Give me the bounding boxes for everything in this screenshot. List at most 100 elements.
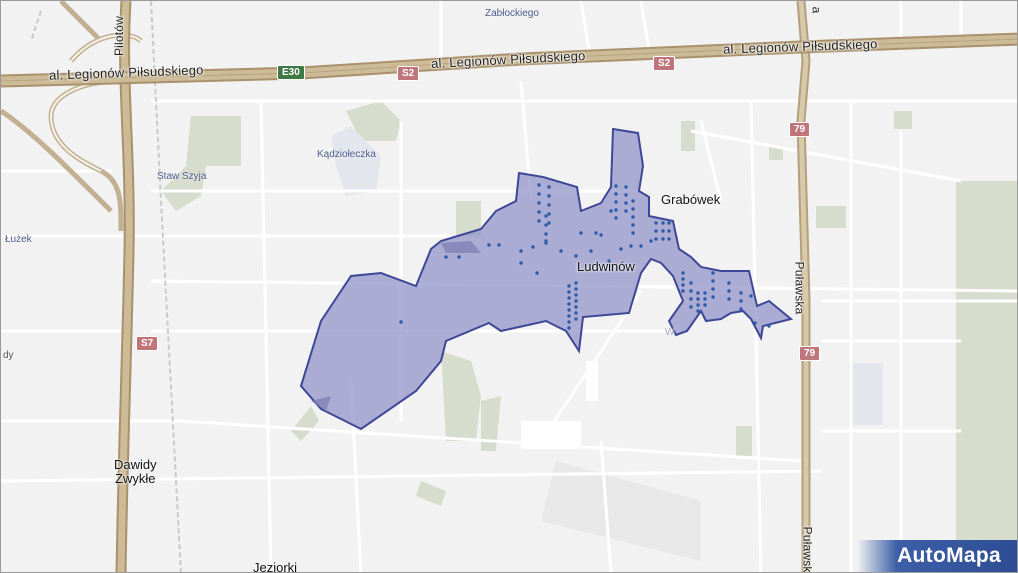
address-point [614,208,618,212]
address-point [589,249,593,253]
address-point [624,201,628,205]
road-label-top-right-edge: a [809,6,824,14]
address-point [631,207,635,211]
address-point [567,308,571,312]
address-point [614,184,618,188]
address-point [574,287,578,291]
map-canvas [1,1,1017,572]
address-point [619,247,623,251]
place-label-zablockiego: Zabłockiego [485,8,539,19]
address-point [753,321,757,325]
address-point [727,289,731,293]
address-point [624,185,628,189]
address-point [544,223,548,227]
address-point [631,199,635,203]
address-point [567,320,571,324]
address-point [649,239,653,243]
address-point [703,291,707,295]
address-point [654,221,658,225]
address-point [689,305,693,309]
address-point [711,279,715,283]
address-point [531,245,535,249]
address-point [535,271,539,275]
address-point [661,229,665,233]
road-label-pulawska-top: Puławska [792,261,807,315]
address-point [537,219,541,223]
address-point [681,289,685,293]
address-point [547,221,551,225]
address-point [739,299,743,303]
address-point [537,210,541,214]
address-point [559,249,563,253]
road-label-pilotow: Pilotów [112,15,127,57]
address-point [631,215,635,219]
place-label-kadziołeczka: Kądziołeczka [317,149,376,160]
place-label-dawidy[interactable]: Dawidy Zwykłe [114,458,157,486]
address-point [696,291,700,295]
address-point [614,200,618,204]
address-point [574,311,578,315]
address-point [487,243,491,247]
automapa-logo: AutoMapa [857,540,1017,572]
address-point [444,255,448,259]
place-label-dawidy-line1: Dawidy [114,457,157,472]
automapa-logo-text: AutoMapa [897,544,1001,567]
address-point [689,289,693,293]
address-point [574,305,578,309]
address-point [749,294,753,298]
address-point [681,283,685,287]
address-point [696,297,700,301]
shield-79-bottom: 79 [799,346,821,361]
place-label-edge: dy [3,350,14,361]
address-point [703,297,707,301]
shield-e30: E30 [277,65,305,80]
address-point [667,221,671,225]
place-label-grabowek[interactable]: Grabówek [661,193,720,207]
address-point [574,317,578,321]
address-point [639,244,643,248]
shield-s2-right: S2 [653,56,676,71]
address-point [599,233,603,237]
railway [30,1,182,572]
address-point [609,209,613,213]
place-label-ludwinow[interactable]: Ludwinów [577,260,635,274]
address-point [544,239,548,243]
address-point [567,302,571,306]
address-point [696,303,700,307]
shield-s2-left: S2 [397,66,420,81]
address-point [614,192,618,196]
address-point [711,287,715,291]
address-point [567,296,571,300]
address-point [537,192,541,196]
address-point [681,277,685,281]
address-point [661,221,665,225]
road-label-pulawska-bottom: Puławska [800,526,815,573]
address-point [696,309,700,313]
address-point [631,231,635,235]
address-point [574,281,578,285]
address-point [574,293,578,297]
address-point [537,183,541,187]
address-point [629,244,633,248]
address-point [567,314,571,318]
place-label-luzek: Łużek [5,234,32,245]
address-point [727,297,731,301]
address-point [567,284,571,288]
place-label-staw-szyja: Staw Szyja [157,171,207,182]
address-point [711,271,715,275]
address-point [457,255,461,259]
address-point [519,261,523,265]
address-point [767,324,771,328]
place-label-dawidy-line2: Zwykłe [115,471,156,486]
address-point [727,281,731,285]
map-view[interactable]: al. Legionów Piłsudskiego al. Legionów P… [0,0,1018,573]
place-label-jeziorki[interactable]: Jeziorki [253,561,297,573]
address-point [614,216,618,220]
address-point [654,229,658,233]
address-point [547,212,551,216]
address-point [399,320,403,324]
address-point [567,326,571,330]
address-point [544,214,548,218]
address-point [703,303,707,307]
address-point [624,193,628,197]
